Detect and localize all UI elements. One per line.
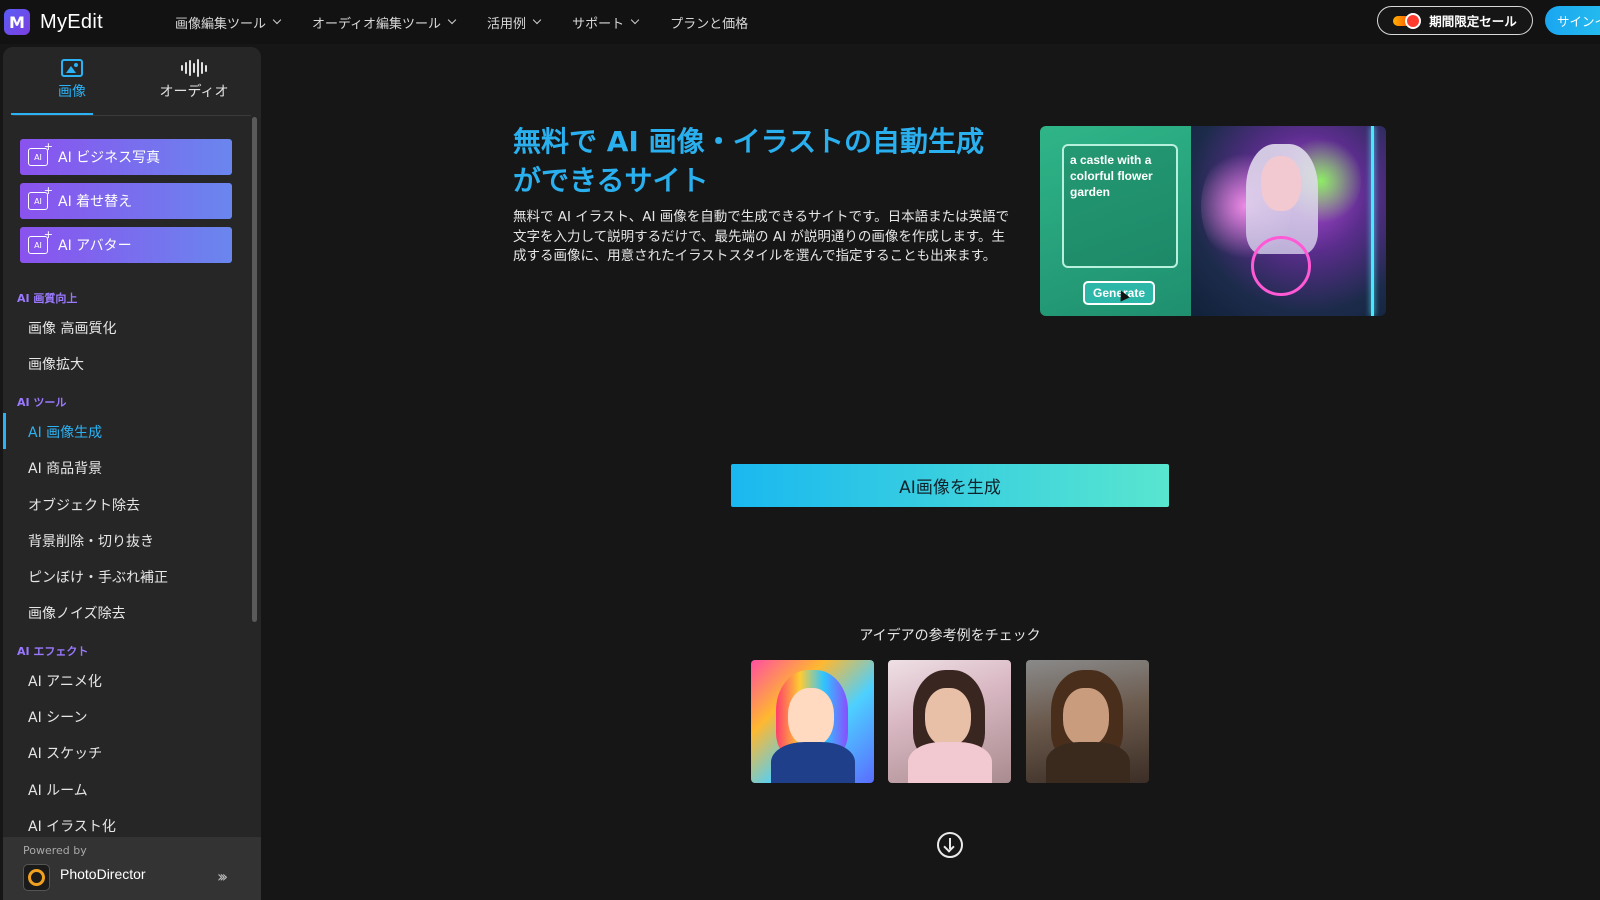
powered-product-name: PhotoDirector xyxy=(60,866,146,882)
sidebar-item-ai-sketch[interactable]: AI スケッチ xyxy=(28,743,102,763)
sale-label: 期間限定セール xyxy=(1429,14,1517,29)
ai-sparkle-icon: AI xyxy=(28,184,53,210)
sidebar-item-deblur[interactable]: ピンぼけ・手ぶれ補正 xyxy=(28,567,168,587)
nav-item-audio-tools[interactable]: オーディオ編集ツール xyxy=(311,13,457,32)
hero-demo-image: a castle with a colorful flower garden G… xyxy=(1040,126,1386,316)
nav-item-label: プランと価格 xyxy=(670,16,749,32)
example-thumbnail-anime-girl[interactable] xyxy=(751,660,874,783)
sidebar-item-background-removal[interactable]: 背景削除・切り抜き xyxy=(28,531,154,551)
sidebar-tabs: 画像 オーディオ xyxy=(3,47,261,115)
ai-sparkle-icon: AI xyxy=(28,140,53,166)
main-nav: 画像編集ツール オーディオ編集ツール 活用例 サポート プランと価格 xyxy=(175,13,780,32)
sidebar-item-ai-scene[interactable]: AI シーン xyxy=(28,707,87,727)
myedit-logo-icon: M xyxy=(4,9,30,35)
feature-label: AI 着せ替え xyxy=(58,194,133,210)
logo[interactable]: M MyEdit xyxy=(4,9,103,35)
tab-audio[interactable]: オーディオ xyxy=(133,47,255,115)
powered-by-label: Powered by xyxy=(23,844,87,857)
page-title-line-2: ができるサイト xyxy=(513,164,709,197)
page-title: 無料で AI 画像・イラストの自動生成 ができるサイト xyxy=(513,122,1013,200)
chevron-down-icon xyxy=(630,15,640,25)
generate-ai-image-button[interactable]: AI画像を生成 xyxy=(731,464,1169,507)
image-icon xyxy=(61,59,83,77)
flame-clock-icon xyxy=(1393,12,1423,29)
sidebar-item-ai-illustration[interactable]: AI イラスト化 xyxy=(28,816,116,836)
page-description: 無料で AI イラスト、AI 画像を自動で生成できるサイトです。日本語または英語… xyxy=(513,209,1010,264)
sign-in-button[interactable]: サインイ xyxy=(1545,6,1600,35)
sidebar-item-object-removal[interactable]: オブジェクト除去 xyxy=(28,495,140,515)
demo-generated-artwork xyxy=(1191,126,1386,316)
page-title-line-1: 無料で AI 画像・イラストの自動生成 xyxy=(513,125,985,158)
double-chevron-right-icon[interactable]: ››› xyxy=(217,867,228,886)
tab-image[interactable]: 画像 xyxy=(11,47,133,115)
sidebar-item-ai-room[interactable]: AI ルーム xyxy=(28,780,88,800)
tab-label: オーディオ xyxy=(159,84,229,100)
example-thumbnail-portrait-woman[interactable] xyxy=(888,660,1011,783)
top-navigation-bar: M MyEdit 画像編集ツール オーディオ編集ツール 活用例 サポート プラン… xyxy=(0,0,1600,44)
section-heading-effects: AI エフェクト xyxy=(17,645,89,658)
demo-prompt-panel: a castle with a colorful flower garden G… xyxy=(1040,126,1191,316)
demo-prompt-text: a castle with a colorful flower garden xyxy=(1062,144,1178,268)
nav-item-label: 活用例 xyxy=(487,16,527,32)
sidebar-item-ai-image-generator[interactable]: AI 画像生成 xyxy=(28,422,102,442)
sidebar-item-ai-anime[interactable]: AI アニメ化 xyxy=(28,671,102,691)
nav-item-label: サポート xyxy=(572,16,625,32)
scroll-down-arrow-icon[interactable] xyxy=(937,832,963,858)
sidebar-item-denoise[interactable]: 画像ノイズ除去 xyxy=(28,603,126,623)
nav-item-support[interactable]: サポート xyxy=(572,13,640,32)
nav-item-image-tools[interactable]: 画像編集ツール xyxy=(174,13,282,32)
sidebar-scrollbar[interactable] xyxy=(252,117,257,622)
powered-by-panel[interactable]: Powered by PhotoDirector ››› xyxy=(3,837,261,900)
ai-sparkle-icon: AI xyxy=(28,228,53,254)
photodirector-icon xyxy=(23,864,50,891)
ideas-heading: アイデアの参考例をチェック xyxy=(859,628,1041,644)
tab-label: 画像 xyxy=(58,84,86,100)
nav-item-use-cases[interactable]: 活用例 xyxy=(487,13,542,32)
ai-outfit-change-button[interactable]: AI AI 着せ替え xyxy=(20,183,232,219)
chevron-down-icon xyxy=(532,15,542,25)
chevron-down-icon xyxy=(447,15,457,25)
chevron-down-icon xyxy=(272,15,282,25)
feature-label: AI ビジネス写真 xyxy=(58,150,161,166)
app-name: MyEdit xyxy=(40,10,103,33)
waveform-icon xyxy=(181,59,207,77)
example-thumbnail-steampunk-woman[interactable] xyxy=(1026,660,1149,783)
ai-business-photo-button[interactable]: AI AI ビジネス写真 xyxy=(20,139,232,175)
section-heading-quality: AI 画質向上 xyxy=(17,292,78,305)
divider xyxy=(13,115,251,116)
nav-item-label: オーディオ編集ツール xyxy=(311,16,442,32)
sidebar-item-image-upscale[interactable]: 画像拡大 xyxy=(28,354,84,374)
nav-item-label: 画像編集ツール xyxy=(174,16,266,32)
active-indicator xyxy=(3,413,6,449)
nav-item-pricing[interactable]: プランと価格 xyxy=(670,13,748,32)
limited-sale-button[interactable]: 期間限定セール xyxy=(1377,6,1533,35)
ai-avatar-button[interactable]: AI AI アバター xyxy=(20,227,232,263)
sidebar-item-image-enhance[interactable]: 画像 高画質化 xyxy=(28,318,116,338)
section-heading-tools: AI ツール xyxy=(17,396,67,409)
feature-label: AI アバター xyxy=(58,238,132,254)
sidebar: 画像 オーディオ AI AI ビジネス写真 AI AI 着せ替え AI AI ア… xyxy=(3,47,261,900)
sidebar-item-ai-product-background[interactable]: AI 商品背景 xyxy=(28,458,102,478)
